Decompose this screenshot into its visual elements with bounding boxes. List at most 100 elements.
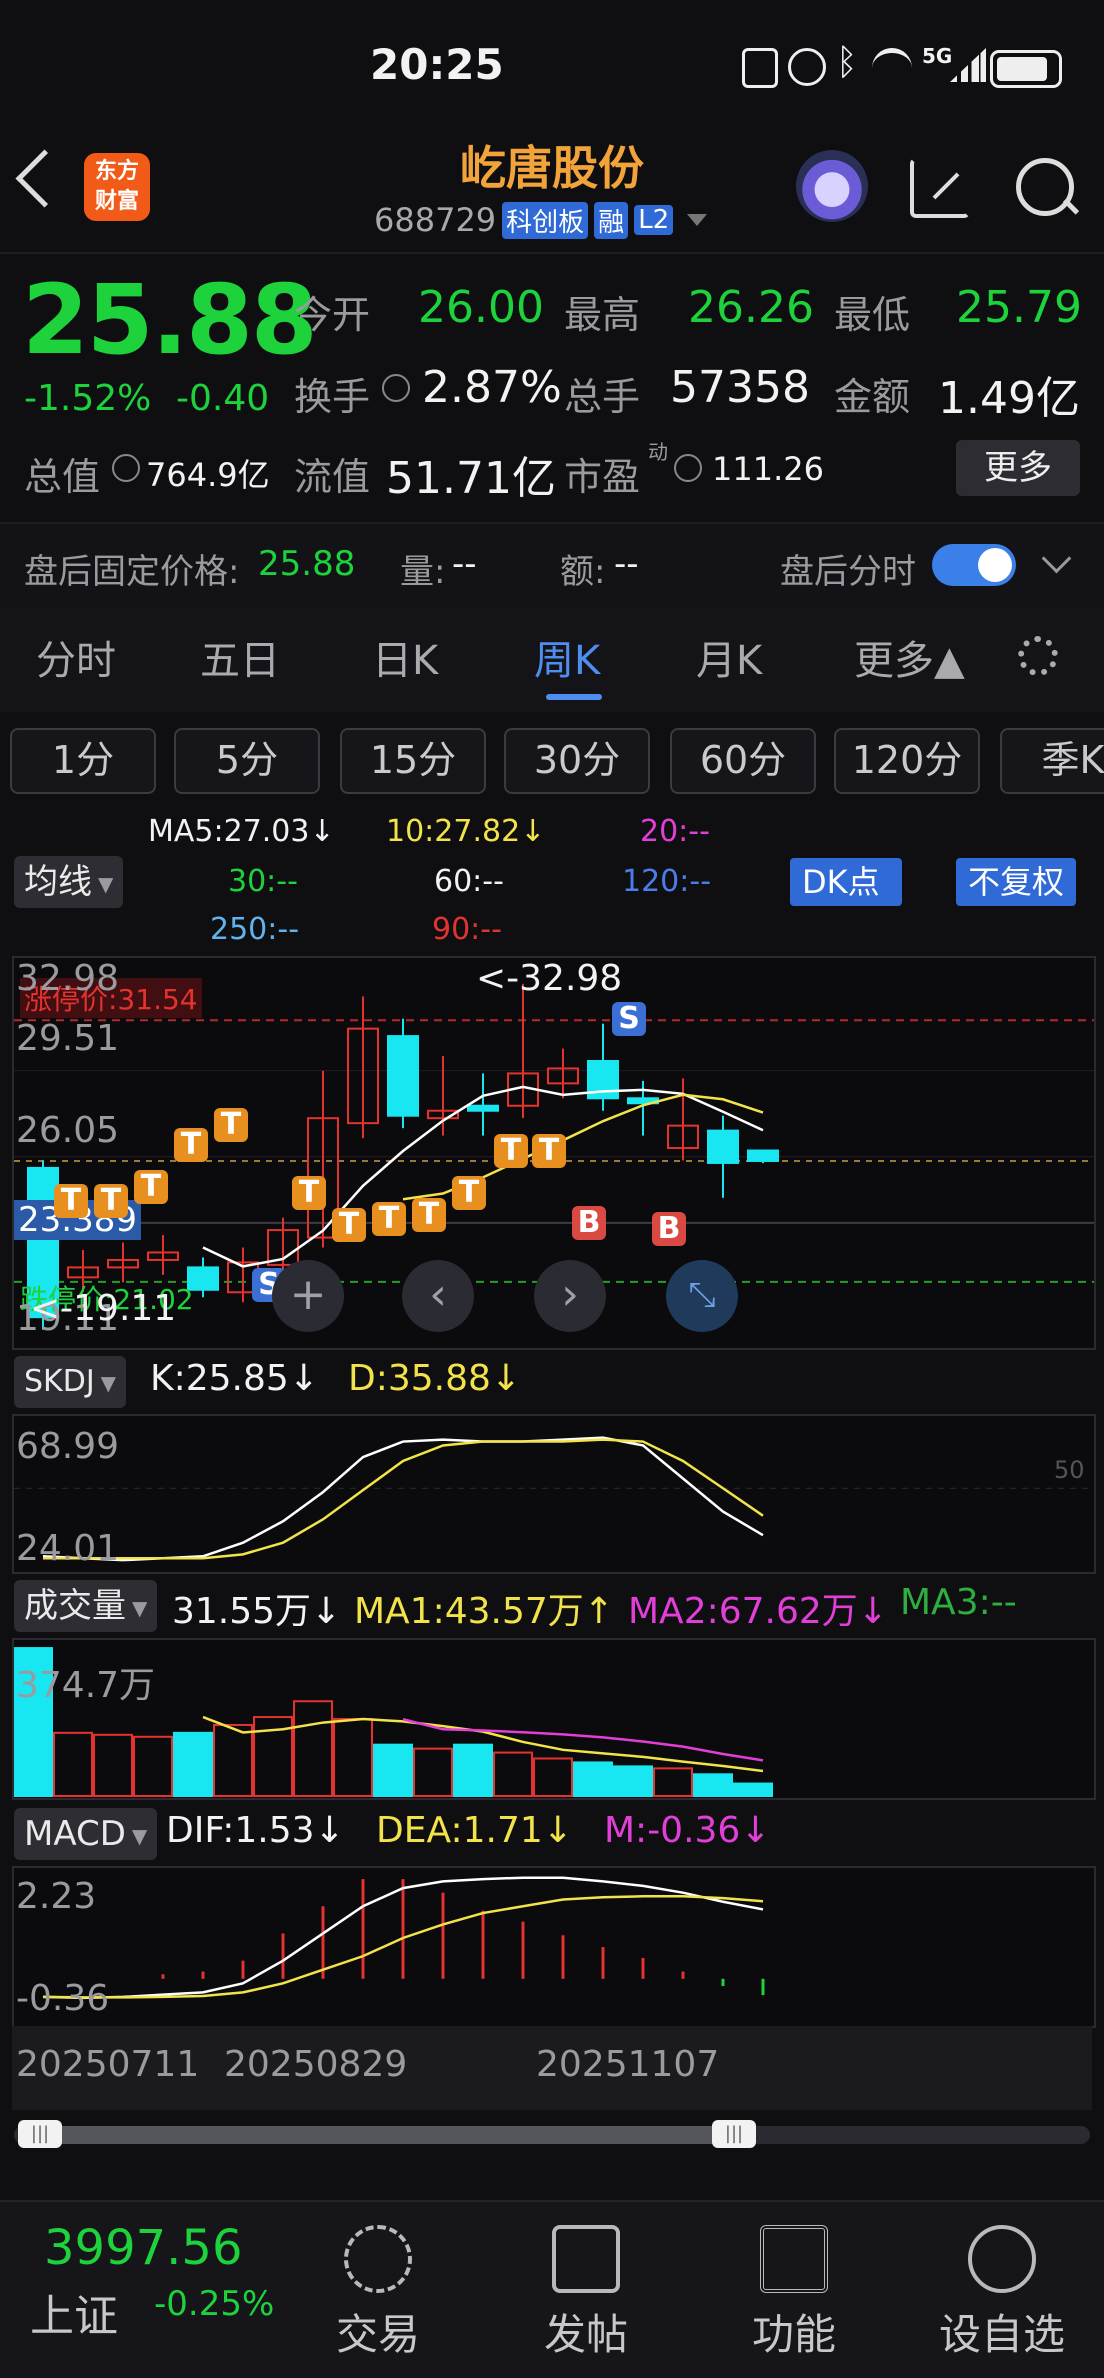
float-label: 流值: [294, 455, 371, 499]
volume-bar: [693, 1773, 733, 1797]
nav-functions[interactable]: 功能: [724, 2225, 864, 2362]
ma-chip-label: 均线: [24, 862, 92, 902]
trade-marker-t: T: [174, 1128, 208, 1162]
volume-bar: [53, 1731, 93, 1797]
adjust-button[interactable]: 不复权: [956, 858, 1077, 906]
skdj-chart[interactable]: 68.99 24.01 50: [12, 1414, 1096, 1574]
alarm-icon: [788, 48, 826, 86]
range-slider-left-handle[interactable]: |||: [18, 2120, 62, 2148]
fullscreen-button[interactable]: ⤡: [666, 1260, 738, 1332]
edit-icon: [552, 2225, 620, 2293]
max-note: <-32.98: [476, 958, 623, 999]
after-hours-vol: --: [452, 544, 477, 584]
macd-dif: DIF:1.53↓: [166, 1810, 345, 1851]
nav-watchlist[interactable]: 设自选: [932, 2225, 1072, 2362]
more-button[interactable]: 更多: [956, 440, 1080, 496]
volume-bar: [653, 1767, 693, 1798]
period-30min[interactable]: 30分: [504, 728, 650, 794]
ma250-legend: 250:--: [210, 912, 300, 947]
info-icon[interactable]: [112, 454, 140, 482]
range-slider-fill: [40, 2126, 734, 2144]
skdj-axis-top: 68.99: [16, 1426, 120, 1467]
trade-marker-t: T: [372, 1202, 406, 1236]
volume-ma2: MA2:67.62万↓: [628, 1591, 888, 1632]
index-value[interactable]: 3997.56: [44, 2220, 243, 2276]
yuan-refresh-icon: [344, 2225, 412, 2293]
ma20-legend: 20:--: [640, 814, 710, 849]
skdj-d-line: [43, 1438, 764, 1560]
info-icon[interactable]: [674, 454, 702, 482]
volume-bar: [573, 1761, 613, 1797]
candle-body: [747, 1149, 779, 1162]
macd-indicator-chip[interactable]: MACD ▼: [14, 1808, 158, 1860]
ma-indicator-chip[interactable]: 均线 ▼: [14, 856, 124, 908]
nav-post[interactable]: 发帖: [516, 2225, 656, 2362]
tab-more[interactable]: 更多▲: [854, 628, 965, 686]
nav-post-label: 发帖: [543, 2310, 628, 2359]
skdj-d-legend: D:35.88↓: [348, 1358, 522, 1399]
last-price: 25.88: [22, 264, 318, 376]
ma60-legend: 60:--: [434, 864, 504, 899]
status-time: 20:25: [370, 40, 504, 89]
trade-marker-t: T: [54, 1184, 88, 1218]
period-15min[interactable]: 15分: [340, 728, 486, 794]
dk-points-button[interactable]: DK点: [790, 858, 902, 906]
index-name: 上证: [30, 2291, 118, 2342]
trade-marker-t: T: [214, 1108, 248, 1142]
settings-gear-icon[interactable]: [1018, 636, 1058, 676]
volume-chart[interactable]: 374.7万: [12, 1638, 1096, 1800]
volume-bar: [293, 1700, 333, 1797]
skdj-indicator-chip[interactable]: SKDJ ▼: [14, 1356, 127, 1408]
skdj-svg: [14, 1436, 1094, 1562]
trade-marker-s: S: [612, 1002, 646, 1036]
more-dots-icon: [968, 2225, 1036, 2293]
period-quarter-k[interactable]: 季K: [1000, 728, 1104, 794]
date-label: 20250711: [16, 2044, 200, 2085]
tab-intraday[interactable]: 分时: [36, 628, 116, 686]
period-1min[interactable]: 1分: [10, 728, 156, 794]
nav-functions-label: 功能: [751, 2310, 836, 2359]
range-slider-right-handle[interactable]: |||: [712, 2120, 756, 2148]
pe-label: 市盈: [564, 455, 641, 499]
scroll-right-button[interactable]: ›: [534, 1260, 606, 1332]
after-hours-toggle[interactable]: [932, 544, 1016, 586]
tab-five-day[interactable]: 五日: [200, 628, 280, 686]
network-label: 5G: [922, 44, 953, 68]
battery-icon: [990, 50, 1062, 88]
period-60min[interactable]: 60分: [670, 728, 816, 794]
tab-monthly-k[interactable]: 月K: [696, 628, 762, 686]
axis-2: 29.51: [16, 1018, 120, 1059]
volume-indicator-chip[interactable]: 成交量 ▼: [14, 1580, 158, 1632]
macd-chart[interactable]: 2.23 -0.36: [12, 1866, 1096, 2028]
period-120min[interactable]: 120分: [834, 728, 980, 794]
volume-ma3: MA3:--: [900, 1582, 1017, 1623]
skdj-k-legend: K:25.85↓: [150, 1358, 319, 1399]
trade-marker-t: T: [452, 1176, 486, 1210]
after-hours-vol-label: 量:: [400, 552, 446, 592]
high-value: 26.26: [688, 282, 814, 333]
search-icon[interactable]: [1016, 158, 1074, 216]
zoom-in-button[interactable]: +: [272, 1260, 344, 1332]
turnover-value: 2.87%: [422, 362, 562, 413]
volume-axis-top: 374.7万: [16, 1665, 156, 1706]
nav-trade[interactable]: 交易: [308, 2225, 448, 2362]
amount-label: 金额: [834, 375, 911, 419]
macd-chip-label: MACD: [24, 1814, 126, 1854]
ma5-legend: MA5:27.03↓: [148, 814, 335, 849]
candle-body: [467, 1104, 499, 1112]
volume-bar: [533, 1757, 573, 1797]
scroll-left-button[interactable]: ‹: [402, 1260, 474, 1332]
after-hours-fixed-price: 25.88: [258, 544, 356, 584]
trade-marker-t: T: [94, 1184, 128, 1218]
volume-current: 31.55万↓: [172, 1591, 342, 1632]
kline-chart[interactable]: 涨停价:31.54 跌停价:21.02 32.98 29.51 26.05 23…: [12, 956, 1096, 1350]
macd-svg: [42, 1876, 765, 2000]
volume-value: 57358: [670, 362, 810, 413]
stock-subtitle[interactable]: 688729 科创板 融 L2: [374, 198, 708, 242]
robot-avatar-icon[interactable]: [796, 150, 868, 222]
tab-weekly-k[interactable]: 周K: [534, 628, 600, 686]
info-icon[interactable]: [382, 374, 410, 402]
grid-icon: [760, 2225, 828, 2293]
period-5min[interactable]: 5分: [174, 728, 320, 794]
tab-daily-k[interactable]: 日K: [372, 628, 438, 686]
